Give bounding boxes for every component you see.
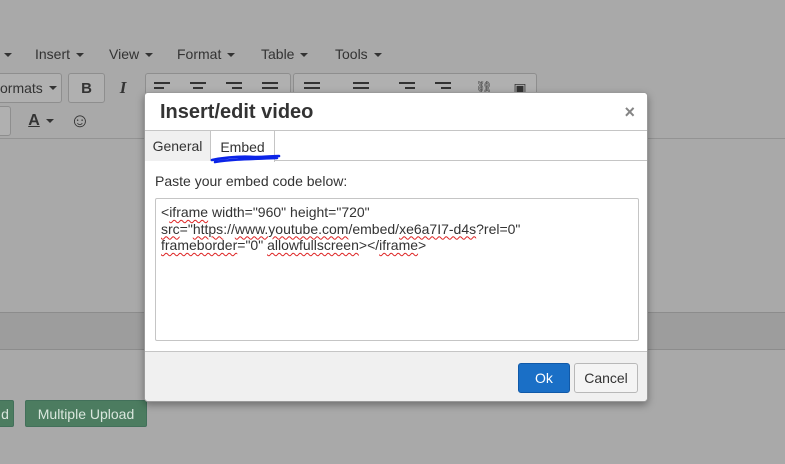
bold-icon: B xyxy=(81,79,92,97)
toolbar-partial-button[interactable] xyxy=(0,106,11,136)
embed-instructions-label: Paste your embed code below: xyxy=(155,173,348,189)
dialog-title: Insert/edit video xyxy=(160,101,314,123)
menu-item-table[interactable]: Table xyxy=(261,46,309,62)
chevron-down-icon xyxy=(227,53,236,58)
chevron-down-icon xyxy=(300,53,309,58)
insert-video-dialog: Insert/edit video × General Embed Paste … xyxy=(144,92,648,402)
menu-item-format[interactable]: Format xyxy=(177,46,236,62)
menu-view-label: View xyxy=(109,46,140,62)
dialog-footer: Ok Cancel xyxy=(145,351,647,401)
code-token: ></ xyxy=(358,237,380,253)
italic-button[interactable]: I xyxy=(106,73,140,103)
code-token: /embed/ xyxy=(348,220,400,237)
menu-item-insert[interactable]: Insert xyxy=(35,46,85,62)
dialog-tabs: General Embed xyxy=(145,131,647,162)
embed-code-line: frameborder="0" allowfullscreen></iframe… xyxy=(161,237,633,254)
code-token: :// xyxy=(223,220,235,237)
code-token: =" xyxy=(179,220,193,237)
emoticons-button[interactable]: ☺ xyxy=(64,106,96,136)
tab-embed-label: Embed xyxy=(220,138,265,155)
code-token: frameborder xyxy=(161,237,238,253)
code-token: > xyxy=(418,237,427,253)
tab-general[interactable]: General xyxy=(145,131,211,161)
multiple-upload-button[interactable]: Multiple Upload xyxy=(25,400,147,427)
code-token: https xyxy=(192,220,224,237)
multiple-upload-label: Multiple Upload xyxy=(37,405,135,422)
menu-item-view[interactable]: View xyxy=(109,46,154,62)
emoticon-icon: ☺ xyxy=(69,109,91,132)
text-color-icon: A xyxy=(28,112,40,129)
menu-tools-label: Tools xyxy=(335,46,368,62)
cancel-button[interactable]: Cancel xyxy=(574,363,638,393)
ok-button[interactable]: Ok xyxy=(518,363,570,393)
code-token: width="960" height="720" xyxy=(208,204,370,220)
upload-button-partial[interactable]: d xyxy=(0,400,14,427)
code-token: www.youtube.com xyxy=(234,220,349,237)
chevron-down-icon xyxy=(373,53,382,58)
chevron-down-icon xyxy=(48,86,57,90)
embed-code-line: <iframe width="960" height="720" xyxy=(161,204,633,221)
code-token: ?rel=0" xyxy=(476,220,521,237)
dialog-header: Insert/edit video × xyxy=(145,93,647,131)
chevron-down-icon xyxy=(76,53,85,58)
upload-partial-label: d xyxy=(1,405,9,422)
menu-item-tools[interactable]: Tools xyxy=(335,46,382,62)
tab-embed[interactable]: Embed xyxy=(211,131,275,162)
menubar: Insert View Format Table Tools xyxy=(0,36,785,72)
code-token: allowfullscreen xyxy=(267,237,359,253)
code-token: < xyxy=(161,204,170,220)
menu-insert-label: Insert xyxy=(35,46,71,62)
cancel-label: Cancel xyxy=(584,370,628,386)
formats-label: ormats xyxy=(0,80,43,96)
code-token: src xyxy=(161,220,180,237)
code-token: iframe xyxy=(379,237,419,253)
embed-code-textarea[interactable]: <iframe width="960" height="720" src="ht… xyxy=(155,198,639,341)
italic-icon: I xyxy=(119,78,127,97)
chevron-down-icon xyxy=(145,53,154,58)
formats-dropdown[interactable]: ormats xyxy=(0,73,62,103)
menu-table-label: Table xyxy=(261,46,295,62)
menu-item-partial-caret[interactable] xyxy=(0,46,12,62)
code-token: ="0" xyxy=(237,237,268,253)
bold-button[interactable]: B xyxy=(68,73,105,103)
tab-general-label: General xyxy=(152,138,203,154)
close-icon[interactable]: × xyxy=(624,102,635,122)
menu-format-label: Format xyxy=(177,46,222,62)
chevron-down-icon xyxy=(45,119,54,123)
embed-code-line: src="https://www.youtube.com/embed/xe6a7… xyxy=(161,221,633,238)
code-token: iframe xyxy=(169,204,209,220)
ok-label: Ok xyxy=(535,370,553,386)
code-token: xe6a7I7-d4s xyxy=(399,220,477,237)
text-color-button[interactable]: A xyxy=(18,106,64,136)
